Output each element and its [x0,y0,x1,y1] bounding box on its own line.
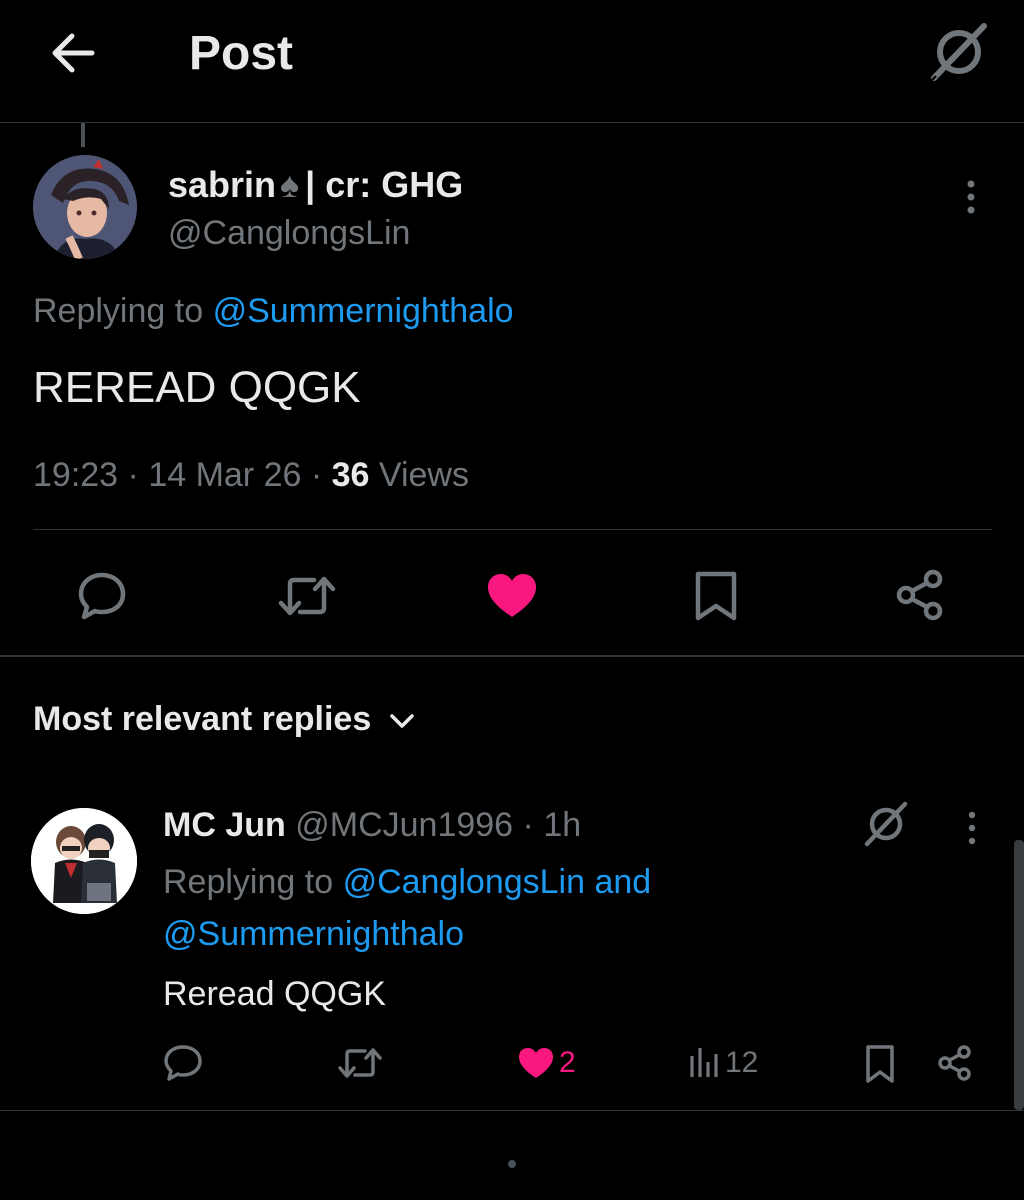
back-button[interactable] [48,28,98,78]
views-label: Views [378,456,469,494]
replies-sort-label: Most relevant replies [33,700,372,738]
reply-author-name[interactable]: MC Jun [163,806,286,844]
loading-dot [508,1160,516,1168]
reply-time[interactable]: 1h [543,806,581,844]
more-vertical-icon [968,811,976,845]
reply-grok-button[interactable] [862,800,910,848]
more-vertical-icon [967,180,975,214]
post-time: 19:23 [33,456,119,494]
bookmark-icon [695,571,737,621]
like-button[interactable] [485,570,539,622]
replies-sort-dropdown[interactable]: Most relevant replies [33,697,415,741]
section-divider [0,655,1024,657]
heart-icon [488,574,536,617]
comment-icon [164,1045,202,1081]
analytics-icon [690,1048,718,1077]
reply-text: Reread QQGK [163,975,386,1013]
arrow-left-icon [52,33,95,73]
reply-button[interactable] [76,570,128,622]
author-handle[interactable]: @CanglongsLin [168,212,410,254]
reply-avatar[interactable] [31,808,137,914]
reply-mention-link[interactable]: @CanglongsLin and [343,863,652,901]
repost-button[interactable] [278,570,336,622]
views-count[interactable]: 36 [332,456,370,494]
reply-repost-button[interactable] [338,1044,382,1082]
scrollbar[interactable] [1014,840,1024,1110]
page-title: Post [189,27,294,80]
meta-divider [33,529,992,530]
author-name: sabrin [168,164,277,205]
author-name-suffix: | cr: GHG [305,164,464,205]
post-meta: 19:23 · 14 Mar 26 · 36 Views [33,456,469,494]
bookmark-button[interactable] [693,570,739,622]
reply-share-button[interactable] [936,1044,974,1082]
views-count: 12 [725,1046,759,1079]
thread-connector-line [81,123,85,147]
grok-icon [864,801,908,847]
reply-header: MC Jun @MCJun1996 · 1h [163,804,581,846]
share-button[interactable] [893,568,947,622]
repost-icon [278,576,336,616]
avatar[interactable] [33,155,137,259]
reply-divider [0,1110,1024,1111]
spade-icon: ♠ [280,164,300,205]
like-count: 2 [559,1046,576,1079]
heart-icon [519,1048,553,1078]
reply-dot-separator: · [513,806,544,844]
chevron-down-icon [389,697,415,741]
post-text: REREAD QQGK [33,363,361,412]
reply-reply-button[interactable] [163,1044,203,1082]
replying-to-label: Replying to [33,292,204,330]
reply-like-button[interactable]: 2 [517,1044,576,1082]
share-icon [938,1045,971,1081]
more-options-button[interactable] [955,176,987,220]
grok-button[interactable] [926,22,992,82]
author-display-name[interactable]: sabrin ♠ | cr: GHG [168,164,463,206]
reply-views-button[interactable]: 12 [687,1044,758,1082]
share-icon [896,569,943,621]
reply-bookmark-button[interactable] [864,1044,896,1084]
post-date: 14 Mar 26 [148,456,302,494]
replying-to-line: Replying to @Summernighthalo [33,290,514,332]
comment-icon [78,572,126,620]
reply-mention-link-2[interactable]: @Summernighthalo [163,912,464,956]
bookmark-icon [866,1045,894,1083]
repost-icon [338,1048,382,1078]
reply-author-handle[interactable]: @MCJun1996 [295,806,513,844]
reply-replying-to-line: Replying to @CanglongsLin and [163,860,651,904]
mention-link[interactable]: @Summernighthalo [213,292,514,330]
header-divider [0,122,1024,123]
reply-more-options-button[interactable] [958,808,986,848]
reply-replying-to-label: Replying to [163,863,334,901]
grok-icon [931,23,987,81]
